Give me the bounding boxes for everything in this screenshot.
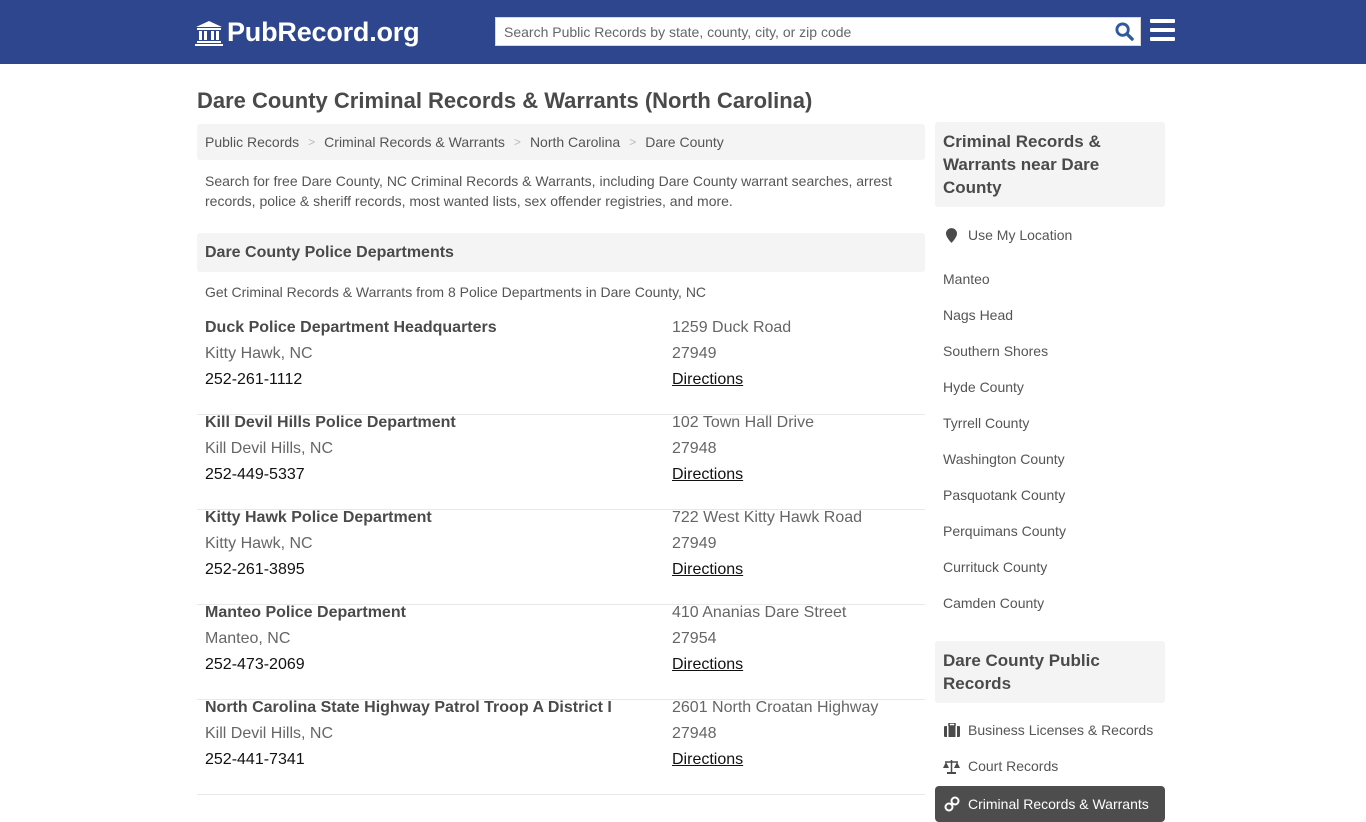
directions-link[interactable]: Directions (672, 466, 743, 483)
department-phone[interactable]: 252-261-3895 (205, 562, 672, 588)
department-item: North Carolina State Highway Patrol Troo… (197, 700, 925, 795)
breadcrumb-criminal-records[interactable]: Criminal Records & Warrants (324, 134, 505, 150)
breadcrumb-north-carolina[interactable]: North Carolina (530, 134, 620, 150)
department-phone[interactable]: 252-441-7341 (205, 752, 672, 778)
nearby-place-link[interactable]: Manteo (935, 261, 1165, 297)
briefcase-icon (943, 723, 960, 737)
department-name[interactable]: Manteo Police Department (205, 605, 672, 631)
directions-link[interactable]: Directions (672, 561, 743, 578)
court-records-label: Court Records (968, 758, 1059, 774)
nearby-place-link[interactable]: Currituck County (935, 549, 1165, 585)
nearby-place-link[interactable]: Washington County (935, 441, 1165, 477)
department-item: Kitty Hawk Police Department Kitty Hawk,… (197, 510, 925, 605)
search-button[interactable] (1108, 18, 1140, 45)
logo-text: PubRecord.org (227, 17, 420, 47)
directions-link[interactable]: Directions (672, 751, 743, 768)
department-item: Duck Police Department Headquarters Kitt… (197, 320, 925, 415)
department-name[interactable]: Duck Police Department Headquarters (205, 320, 672, 346)
page-title: Dare County Criminal Records & Warrants … (197, 88, 813, 113)
department-address: 722 West Kitty Hawk Road (672, 509, 863, 526)
department-address: 1259 Duck Road (672, 319, 792, 336)
department-city: Kill Devil Hills, NC (205, 440, 334, 457)
sidebar: Criminal Records & Warrants near Dare Co… (935, 122, 1165, 822)
use-my-location-link[interactable]: Use My Location (935, 217, 1165, 253)
public-records-list: Business Licenses & Records Court Record… (935, 712, 1165, 822)
scale-icon (943, 759, 960, 774)
public-records-heading: Dare County Public Records (935, 641, 1165, 703)
directions-link[interactable]: Directions (672, 371, 743, 388)
police-section-subheading: Get Criminal Records & Warrants from 8 P… (205, 284, 707, 300)
business-licenses-label: Business Licenses & Records (968, 722, 1154, 738)
police-section-heading: Dare County Police Departments (197, 233, 925, 272)
department-zip: 27949 (672, 535, 717, 552)
department-city: Kitty Hawk, NC (205, 345, 313, 362)
criminal-records-label: Criminal Records & Warrants (968, 796, 1149, 812)
department-zip: 27948 (672, 725, 717, 742)
top-navbar: PubRecord.org (0, 0, 1366, 64)
nearby-heading: Criminal Records & Warrants near Dare Co… (935, 122, 1165, 207)
nearby-place-link[interactable]: Hyde County (935, 369, 1165, 405)
breadcrumb-separator: > (513, 135, 521, 149)
directions-link[interactable]: Directions (672, 656, 743, 673)
menu-bar (1150, 28, 1175, 32)
intro-text: Search for free Dare County, NC Criminal… (205, 173, 893, 209)
department-address: 2601 North Croatan Highway (672, 699, 879, 716)
department-city: Kitty Hawk, NC (205, 535, 313, 552)
department-address: 102 Town Hall Drive (672, 414, 814, 431)
main-content: Public Records > Criminal Records & Warr… (197, 124, 925, 795)
search-input[interactable] (496, 18, 1108, 45)
nearby-place-link[interactable]: Perquimans County (935, 513, 1165, 549)
breadcrumb-public-records[interactable]: Public Records (205, 134, 299, 150)
department-zip: 27949 (672, 345, 717, 362)
nearby-place-link[interactable]: Southern Shores (935, 333, 1165, 369)
department-phone[interactable]: 252-261-1112 (205, 372, 672, 398)
nearby-list: Use My Location (935, 217, 1165, 253)
menu-bar (1150, 37, 1175, 41)
department-address: 410 Ananias Dare Street (672, 604, 847, 621)
breadcrumb-dare-county[interactable]: Dare County (645, 134, 724, 150)
search-icon (1114, 22, 1134, 41)
court-records-link[interactable]: Court Records (935, 748, 1165, 784)
department-city: Kill Devil Hills, NC (205, 725, 334, 742)
department-city: Manteo, NC (205, 630, 291, 647)
department-name[interactable]: Kill Devil Hills Police Department (205, 415, 672, 441)
map-marker-icon (943, 227, 960, 243)
nearby-place-link[interactable]: Nags Head (935, 297, 1165, 333)
breadcrumb: Public Records > Criminal Records & Warr… (197, 124, 925, 160)
use-my-location-label: Use My Location (968, 227, 1073, 243)
nearby-places-list: Manteo Nags Head Southern Shores Hyde Co… (935, 261, 1165, 621)
hamburger-menu-button[interactable] (1150, 19, 1175, 41)
department-zip: 27954 (672, 630, 717, 647)
department-name[interactable]: Kitty Hawk Police Department (205, 510, 672, 536)
breadcrumb-separator: > (308, 135, 316, 149)
department-zip: 27948 (672, 440, 717, 457)
department-phone[interactable]: 252-449-5337 (205, 467, 672, 493)
department-name[interactable]: North Carolina State Highway Patrol Troo… (205, 700, 672, 726)
breadcrumb-separator: > (629, 135, 637, 149)
search-bar (495, 17, 1141, 46)
department-list: Duck Police Department Headquarters Kitt… (197, 320, 925, 795)
business-licenses-link[interactable]: Business Licenses & Records (935, 712, 1165, 748)
criminal-records-link[interactable]: Criminal Records & Warrants (935, 786, 1165, 822)
nearby-place-link[interactable]: Tyrrell County (935, 405, 1165, 441)
nearby-place-link[interactable]: Pasquotank County (935, 477, 1165, 513)
department-item: Manteo Police Department Manteo, NC 252-… (197, 605, 925, 700)
menu-bar (1150, 19, 1175, 23)
department-item: Kill Devil Hills Police Department Kill … (197, 415, 925, 510)
department-phone[interactable]: 252-473-2069 (205, 657, 672, 683)
handcuffs-icon (943, 796, 960, 812)
nearby-place-link[interactable]: Camden County (935, 585, 1165, 621)
courthouse-icon (195, 20, 223, 46)
site-logo[interactable]: PubRecord.org (195, 17, 420, 48)
